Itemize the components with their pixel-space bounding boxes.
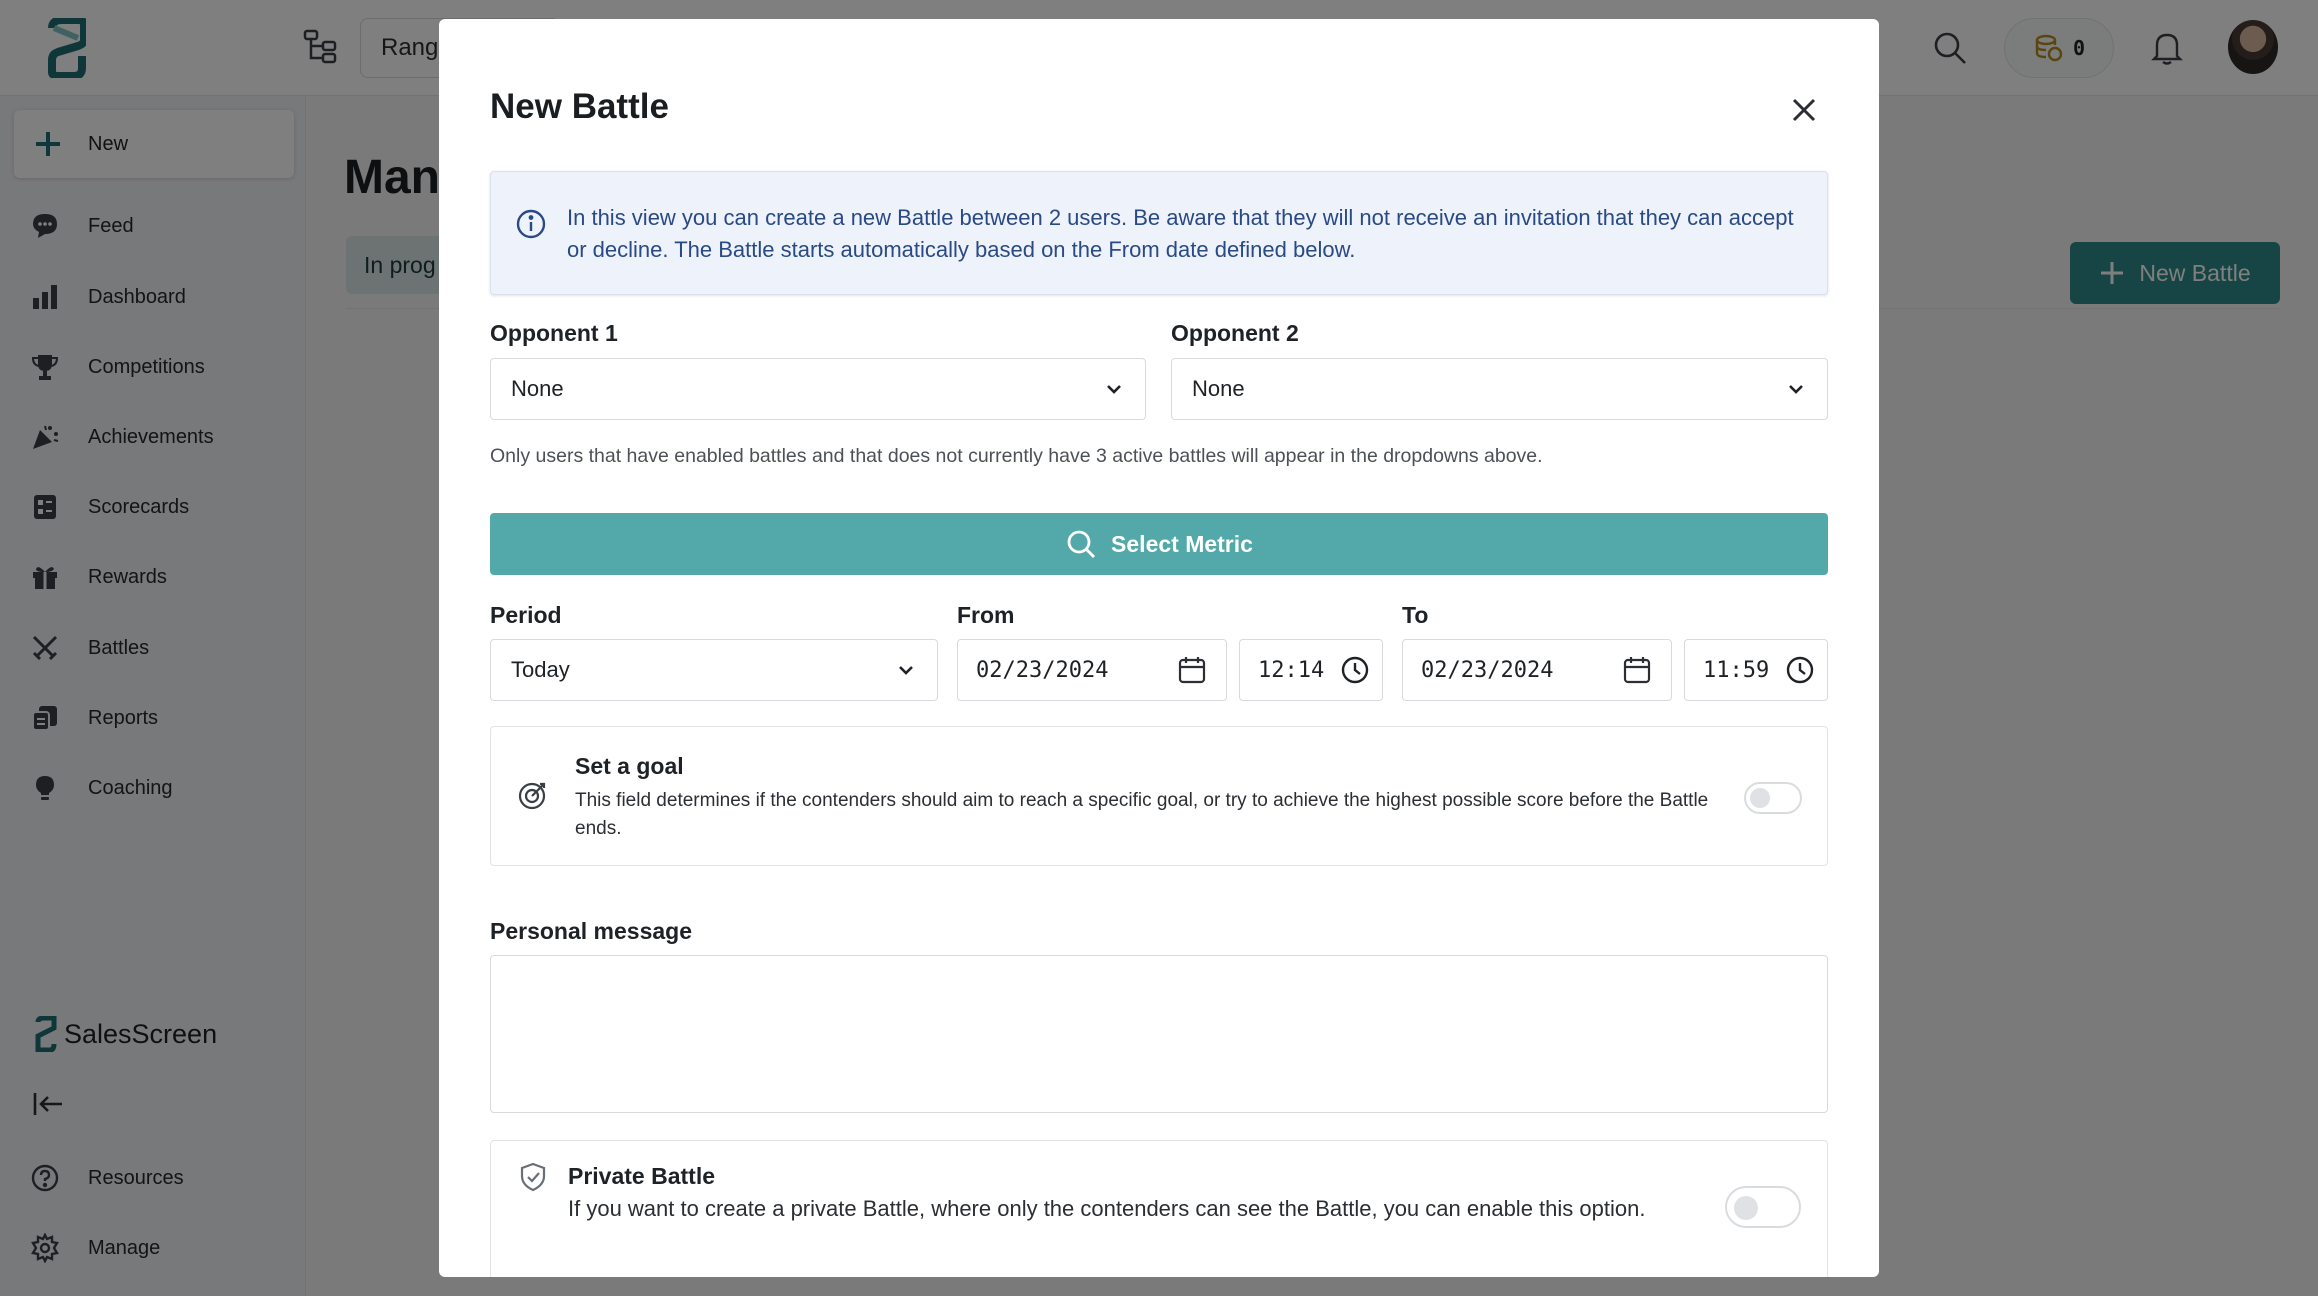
goal-card: Set a goal This field determines if the … [490, 726, 1828, 866]
goal-title: Set a goal [575, 753, 684, 779]
period-value: Today [511, 657, 570, 682]
opponent2-value: None [1192, 376, 1245, 401]
to-label: To [1402, 602, 1429, 628]
private-battle-description: If you want to create a private Battle, … [568, 1196, 1646, 1221]
clock-icon[interactable] [1340, 655, 1370, 685]
shield-icon [520, 1162, 546, 1192]
toggle-knob [1734, 1196, 1758, 1220]
toggle-knob [1750, 788, 1770, 808]
from-time-input[interactable]: 12:14 [1239, 639, 1383, 701]
opponent1-select[interactable]: None [490, 358, 1146, 420]
to-date-value: 02/23/2024 [1421, 657, 1554, 683]
to-date-input[interactable]: 02/23/2024 [1402, 639, 1672, 701]
close-icon[interactable] [1787, 93, 1821, 127]
select-metric-label: Select Metric [1111, 530, 1253, 557]
opponent1-label: Opponent 1 [490, 320, 618, 346]
calendar-icon[interactable] [1176, 654, 1208, 686]
info-alert: In this view you can create a new Battle… [490, 171, 1828, 295]
new-battle-dialog: New Battle In this view you can create a… [439, 19, 1879, 1277]
private-battle-title: Private Battle [568, 1163, 716, 1189]
opponent2-label: Opponent 2 [1171, 320, 1299, 346]
info-icon [516, 209, 546, 239]
goal-toggle[interactable] [1744, 782, 1802, 814]
calendar-icon[interactable] [1621, 654, 1653, 686]
opponents-hint: Only users that have enabled battles and… [490, 445, 1543, 467]
period-select[interactable]: Today [490, 639, 938, 701]
opponent1-value: None [511, 376, 564, 401]
to-time-input[interactable]: 11:59 [1684, 639, 1828, 701]
search-icon [1067, 530, 1096, 558]
chevron-down-icon [1789, 385, 1803, 394]
chevron-down-icon [1107, 385, 1121, 394]
clock-icon[interactable] [1785, 655, 1815, 685]
target-icon [518, 782, 546, 810]
opponent2-select[interactable]: None [1171, 358, 1828, 420]
select-metric-button[interactable]: Select Metric [490, 513, 1828, 575]
dialog-title: New Battle [490, 87, 669, 126]
private-battle-card: Private Battle If you want to create a p… [490, 1140, 1828, 1277]
from-label: From [957, 602, 1015, 628]
info-text: In this view you can create a new Battle… [567, 205, 1794, 262]
to-time-value: 11:59 [1703, 657, 1770, 683]
from-date-input[interactable]: 02/23/2024 [957, 639, 1227, 701]
from-date-value: 02/23/2024 [976, 657, 1109, 683]
personal-message-input[interactable] [490, 955, 1828, 1113]
chevron-down-icon [899, 666, 913, 675]
period-label: Period [490, 602, 562, 628]
private-battle-toggle[interactable] [1725, 1186, 1801, 1228]
goal-description: This field determines if the contenders … [575, 790, 1709, 839]
from-time-value: 12:14 [1258, 657, 1325, 683]
personal-message-label: Personal message [490, 918, 693, 944]
